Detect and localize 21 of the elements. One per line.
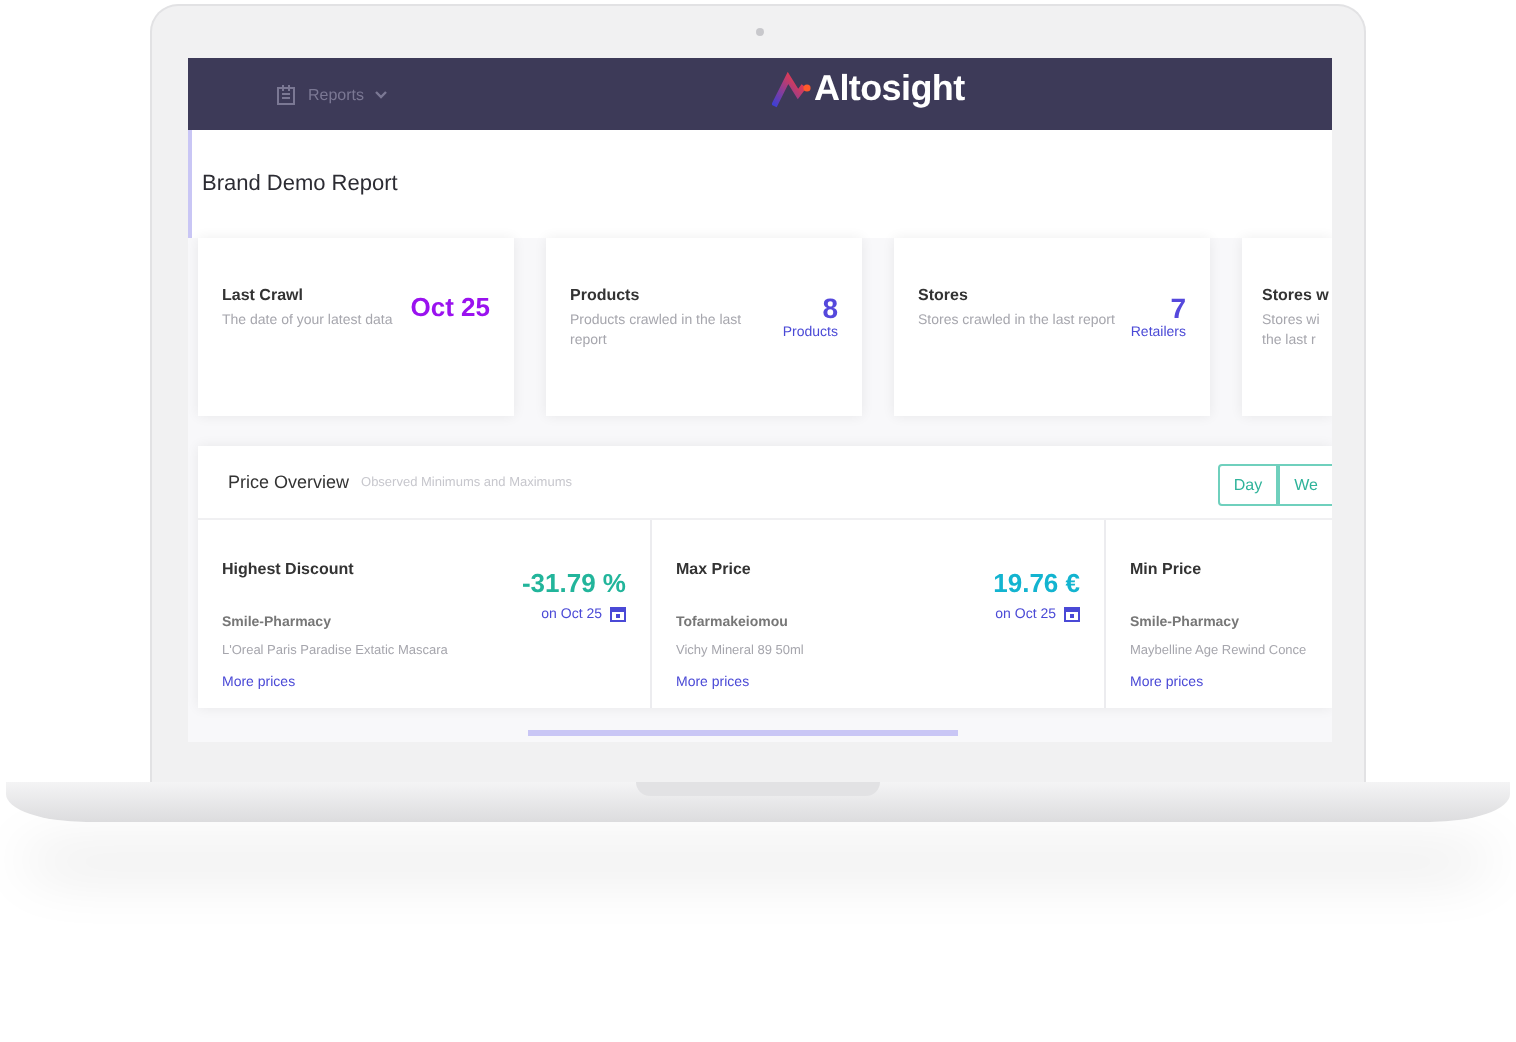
report-icon [276, 83, 298, 105]
card-title: Stores w [1262, 286, 1331, 304]
card-title: Products [570, 286, 642, 304]
card-title: Last Crawl [222, 286, 305, 304]
camera-dot [756, 28, 764, 36]
report-title: Brand Demo Report [202, 172, 398, 196]
date-value: Oct 25 [410, 290, 490, 326]
logo-icon [772, 71, 812, 107]
count-value: 8 [822, 290, 838, 325]
calendar-icon[interactable] [610, 606, 626, 622]
logo-text: Altosight [814, 68, 965, 110]
price-title: Min Price [1130, 560, 1204, 578]
calendar-icon[interactable] [1064, 606, 1080, 622]
chevron-down-icon[interactable] [374, 89, 389, 99]
price-value: 19.76 € [993, 568, 1080, 598]
price-title: Max Price [676, 560, 753, 578]
count-value: 7 [1170, 290, 1186, 325]
price-title: Highest Discount [222, 560, 356, 578]
price-value: -31.79 % [521, 568, 626, 598]
card-title: Stores [918, 286, 970, 304]
panel-title: Price Overview [228, 472, 350, 492]
